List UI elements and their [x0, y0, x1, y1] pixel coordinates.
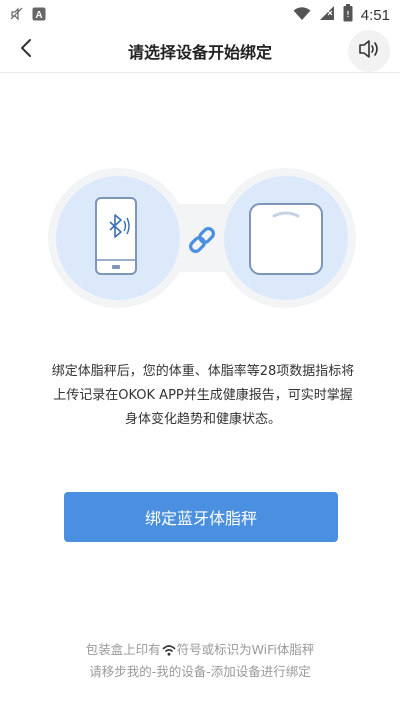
status-bar: A ! 4:51 — [0, 0, 400, 28]
tab-3[interactable] — [170, 708, 230, 720]
tab-1[interactable] — [10, 708, 70, 720]
sound-button[interactable] — [348, 30, 390, 72]
binding-illustration — [0, 168, 400, 308]
page-title: 请选择设备开始绑定 — [127, 43, 272, 62]
speaker-icon — [357, 38, 381, 64]
scale-icon — [249, 203, 323, 275]
status-time: 4:51 — [360, 6, 390, 24]
notification-a-icon: A — [32, 6, 46, 25]
note-line-2: 请移步我的-我的设备-添加设备进行绑定 — [89, 664, 311, 679]
wifi-icon — [293, 6, 311, 25]
note-line-1-after: 符号或标识为WiFi体脂秤 — [176, 642, 315, 657]
header-divider — [0, 72, 400, 73]
bind-bluetooth-scale-button[interactable]: 绑定蓝牙体脂秤 — [64, 492, 338, 542]
signal-icon — [319, 5, 335, 25]
battery-icon: ! — [343, 4, 353, 26]
svg-text:!: ! — [346, 10, 349, 19]
tab-4[interactable] — [250, 708, 310, 720]
wifi-scale-note: 包装盒上印有 符号或标识为WiFi体脂秤 请移步我的-我的设备-添加设备进行绑定 — [30, 640, 370, 682]
binding-description: 绑定体脂秤后，您的体重、体脂率等28项数据指标将上传记录在OKOK APP并生成… — [51, 364, 355, 427]
note-line-1-before: 包装盒上印有 — [85, 642, 161, 657]
phone-bluetooth-icon — [95, 197, 137, 275]
note-line-1: 包装盒上印有 符号或标识为WiFi体脂秤 — [30, 640, 370, 662]
mute-icon — [10, 6, 24, 25]
tab-5[interactable] — [330, 708, 390, 720]
status-left: A — [10, 6, 46, 25]
svg-text:A: A — [35, 10, 42, 21]
wifi-symbol-icon — [162, 642, 176, 662]
bottom-tab-bar — [0, 708, 400, 720]
tab-2[interactable] — [90, 708, 150, 720]
status-right: ! 4:51 — [293, 4, 390, 26]
header: 请选择设备开始绑定 — [0, 28, 400, 72]
